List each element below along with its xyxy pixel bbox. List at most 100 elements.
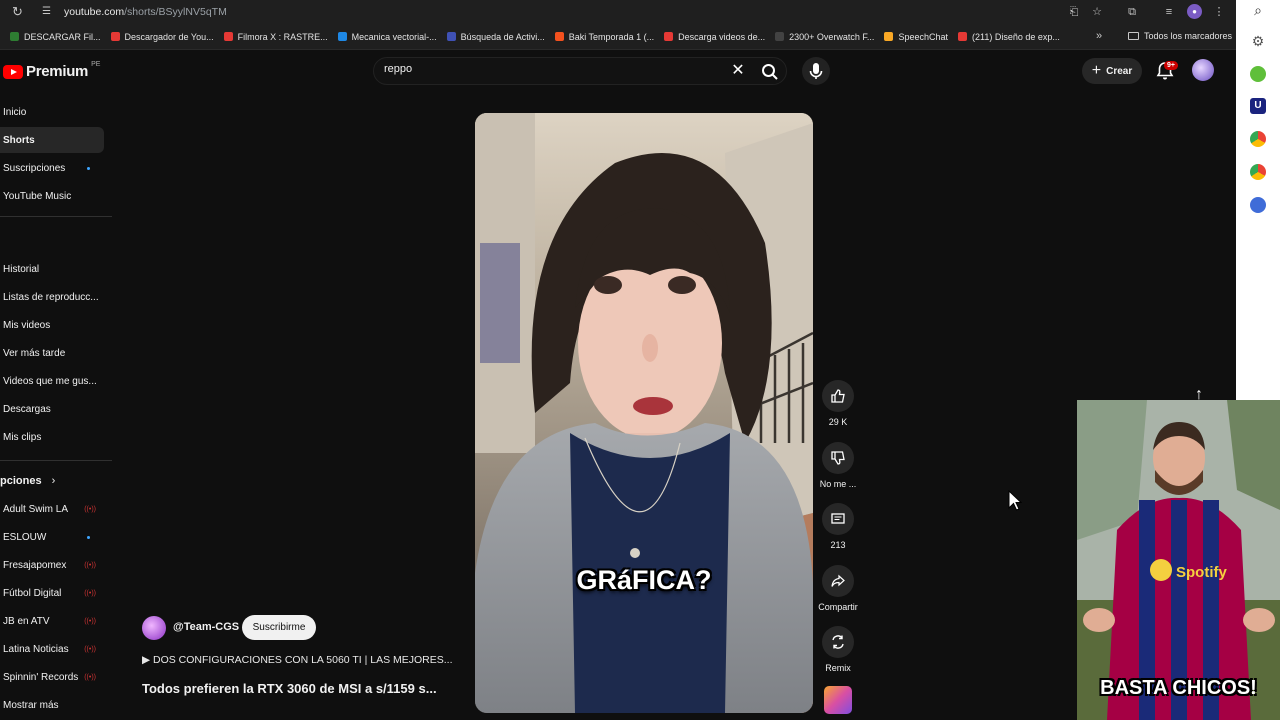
video-description[interactable]: ▶ DOS CONFIGURACIONES CON LA 5060 TI | L…	[142, 654, 453, 666]
subscription-item[interactable]: ESLOUW	[0, 524, 104, 550]
bookmark-favicon-icon	[110, 32, 120, 41]
bookmark-item[interactable]: Mecanica vectorial-...	[337, 32, 437, 42]
share-action: Compartir	[816, 565, 860, 612]
show-more-button[interactable]: Mostrar más	[0, 692, 104, 718]
clear-search-icon[interactable]: ✕	[728, 61, 748, 81]
media-controls-icon[interactable]: ≡	[1161, 4, 1177, 20]
bookmark-item[interactable]: SpeechChat	[884, 32, 948, 42]
subscription-item[interactable]: Fútbol Digital ((•))	[0, 580, 104, 606]
install-app-icon[interactable]: ⎗	[1066, 4, 1082, 20]
bookmark-item[interactable]: DESCARGAR Fil...	[10, 32, 101, 42]
search-icon[interactable]	[760, 62, 780, 82]
dislike-button[interactable]	[822, 442, 854, 474]
extensions-icon[interactable]: ⧉	[1124, 4, 1140, 20]
subscription-item[interactable]: Spinnin' Records ((•))	[0, 664, 104, 690]
share-arrow-icon	[831, 574, 845, 587]
url-field[interactable]: youtube.com/shorts/BSyylNV5qTM	[64, 6, 227, 18]
bookmark-item[interactable]: Búsqueda de Activi...	[446, 32, 545, 42]
mouse-cursor-icon	[1008, 490, 1022, 511]
sidebar-divider	[0, 216, 112, 217]
thumbs-down-icon	[831, 451, 845, 465]
sidebar-item-inicio[interactable]: Inicio	[0, 99, 104, 125]
share-button[interactable]	[822, 565, 854, 597]
sidebar-divider	[0, 460, 112, 461]
search-icon[interactable]: ⌕	[1250, 2, 1266, 18]
webcam-frame: Spotify	[1077, 400, 1280, 720]
remix-icon	[832, 635, 844, 649]
sidebar-item-listas-de-reproducc[interactable]: Listas de reproducc...	[0, 284, 104, 310]
notifications-badge: 9+	[1164, 61, 1178, 70]
remix-button[interactable]	[822, 626, 854, 658]
subscription-item[interactable]: Fresajapomex ((•))	[0, 552, 104, 578]
cloud-extension-icon[interactable]	[1250, 66, 1266, 82]
bookmark-item[interactable]: 2300+ Overwatch F...	[775, 32, 874, 42]
bookmark-favicon-icon	[957, 32, 967, 41]
webcam-overlay: Spotify BASTA CHICOS!	[1077, 400, 1280, 720]
subscription-item[interactable]: JB en ATV ((•))	[0, 608, 104, 634]
microphone-icon	[809, 63, 823, 79]
search-input[interactable]	[384, 63, 714, 75]
thumbs-up-icon	[831, 389, 845, 403]
sidebar-item-mis-clips[interactable]: Mis clips	[0, 424, 104, 450]
remix-action: Remix	[816, 626, 860, 673]
more-bookmarks-chevron-icon[interactable]: »	[1096, 30, 1102, 42]
site-settings-icon[interactable]: ☰	[42, 6, 54, 18]
profile-icon[interactable]: ●	[1187, 4, 1202, 19]
remix-label: Remix	[825, 663, 851, 673]
dislike-action: No me ...	[816, 442, 860, 489]
shirt-sponsor-text: Spotify	[1176, 564, 1227, 581]
bookmark-favicon-icon	[10, 32, 19, 41]
bookmark-item[interactable]: (211) Diseño de exp...	[957, 32, 1060, 42]
bookmark-item[interactable]: Descargador de You...	[110, 32, 214, 42]
youtube-premium-logo[interactable]: Premium PE	[3, 61, 100, 80]
short-video-player[interactable]: GRáFICA?	[475, 113, 813, 713]
subscription-item[interactable]: Adult Swim LA ((•))	[0, 496, 104, 522]
subscriptions-heading[interactable]: pciones ›	[0, 475, 55, 487]
bookmark-item[interactable]: Descarga videos de...	[664, 32, 765, 42]
bookmark-favicon-icon	[664, 32, 674, 41]
live-broadcast-icon: ((•))	[84, 645, 96, 653]
sidebar-item-descargas[interactable]: Descargas	[0, 396, 104, 422]
bookmark-item[interactable]: Filmora X : RASTRE...	[223, 32, 328, 42]
sidebar-item-videos-que-me-gus[interactable]: Videos que me gus...	[0, 368, 104, 394]
sidebar-item-youtube-music[interactable]: YouTube Music	[0, 183, 104, 209]
like-button[interactable]	[822, 380, 854, 412]
new-content-dot	[87, 166, 90, 170]
comments-button[interactable]	[822, 503, 854, 535]
search-box: ✕	[373, 57, 787, 85]
channel-avatar[interactable]	[142, 616, 166, 640]
bookmark-star-icon[interactable]: ☆	[1089, 4, 1105, 20]
gear-icon[interactable]: ⚙	[1250, 33, 1266, 49]
live-broadcast-icon: ((•))	[84, 673, 96, 681]
video-frame	[475, 113, 813, 713]
sidebar-item-ver-mas-tarde[interactable]: Ver más tarde	[0, 340, 104, 366]
live-broadcast-icon: ((•))	[84, 561, 96, 569]
live-broadcast-icon: ((•))	[84, 589, 96, 597]
share-label: Compartir	[818, 602, 858, 612]
all-bookmarks-button[interactable]: Todos los marcadores	[1128, 31, 1232, 41]
sidebar-item-historial[interactable]: Historial	[0, 256, 104, 282]
subscribe-button[interactable]: Suscribirme	[242, 615, 316, 640]
bookmark-favicon-icon	[446, 32, 456, 41]
browser-menu-icon[interactable]: ⋮	[1211, 4, 1227, 20]
channel-name[interactable]: @Team-CGS	[173, 621, 239, 633]
assistant-extension-icon[interactable]	[1250, 197, 1266, 213]
voice-search-button[interactable]	[802, 57, 830, 85]
chevron-right-icon: ›	[51, 475, 56, 487]
audio-track-thumbnail[interactable]	[824, 686, 852, 714]
video-title[interactable]: Todos prefieren la RTX 3060 de MSI a s/1…	[142, 681, 437, 696]
bookmark-favicon-icon	[554, 32, 564, 41]
youtube-play-icon	[3, 64, 23, 79]
create-button[interactable]: + Crear	[1082, 58, 1142, 84]
chrome-profile-icon[interactable]	[1250, 164, 1266, 180]
reload-icon[interactable]: ↻	[12, 5, 26, 19]
chrome-icon[interactable]	[1250, 131, 1266, 147]
sidebar-item-shorts[interactable]: Shorts	[0, 127, 104, 153]
sidebar-item-suscripciones[interactable]: Suscripciones	[0, 155, 104, 181]
sidebar-item-mis-videos[interactable]: Mis videos	[0, 312, 104, 338]
video-caption: GRáFICA?	[576, 565, 712, 595]
account-avatar[interactable]	[1192, 59, 1214, 81]
subscription-item[interactable]: Latina Noticias ((•))	[0, 636, 104, 662]
u-extension-icon[interactable]: U	[1250, 98, 1266, 114]
bookmark-item[interactable]: Baki Temporada 1 (...	[554, 32, 654, 42]
